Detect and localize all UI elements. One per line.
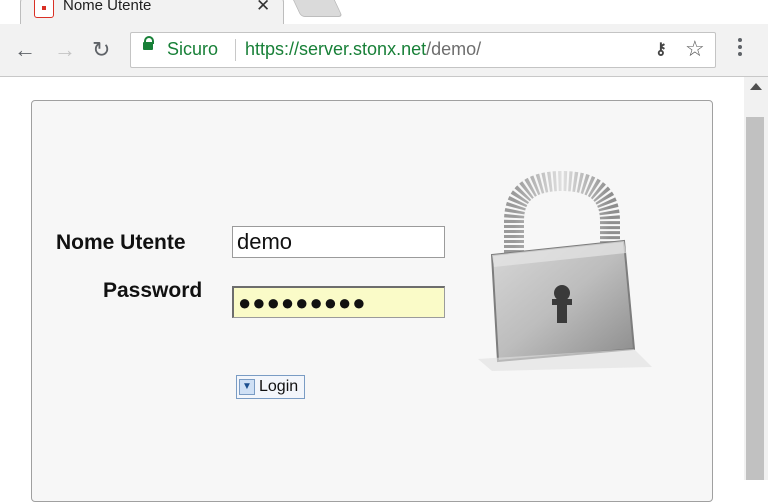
- address-bar[interactable]: Sicuro https://server.stonx.net/demo/ ⚷ …: [130, 32, 716, 68]
- star-icon[interactable]: ☆: [685, 37, 705, 61]
- scroll-up-arrow-icon[interactable]: [750, 83, 762, 90]
- username-label: Nome Utente: [56, 231, 186, 254]
- reload-icon[interactable]: ↻: [92, 38, 110, 62]
- login-button-label: Login: [259, 378, 299, 395]
- forward-arrow-icon[interactable]: →: [54, 38, 76, 62]
- login-button[interactable]: ▼ Login: [236, 375, 306, 399]
- close-icon[interactable]: ✕: [256, 0, 270, 16]
- key-icon[interactable]: ⚷: [655, 39, 667, 59]
- username-field[interactable]: [232, 226, 445, 258]
- tab-favicon-icon: [34, 0, 54, 18]
- url-host: https://server.stonx.net: [245, 39, 427, 59]
- tab-strip: Nome Utente ✕: [0, 0, 768, 25]
- password-label: Password: [103, 279, 203, 302]
- chevron-down-icon: ▼: [239, 379, 255, 395]
- url-path: /demo/: [426, 39, 482, 59]
- lock-icon: [143, 36, 154, 50]
- padlock-icon: [478, 171, 652, 371]
- url-text[interactable]: https://server.stonx.net/demo/: [245, 39, 481, 60]
- back-arrow-icon[interactable]: ←: [14, 38, 36, 62]
- new-tab-button[interactable]: [291, 0, 343, 17]
- menu-dots-icon[interactable]: [738, 38, 742, 60]
- address-separator: [235, 39, 236, 61]
- password-field[interactable]: ●●●●●●●●●: [232, 286, 445, 318]
- vertical-scrollbar[interactable]: [744, 77, 768, 480]
- secure-label: Sicuro: [167, 39, 219, 59]
- tab-title: Nome Utente: [63, 0, 152, 14]
- scroll-thumb[interactable]: [746, 117, 764, 480]
- browser-tab[interactable]: [20, 0, 284, 25]
- page-content: Nome Utente Password ●●●●●●●●● ▼ Login: [0, 77, 744, 502]
- login-panel: Nome Utente Password ●●●●●●●●● ▼ Login: [31, 100, 713, 502]
